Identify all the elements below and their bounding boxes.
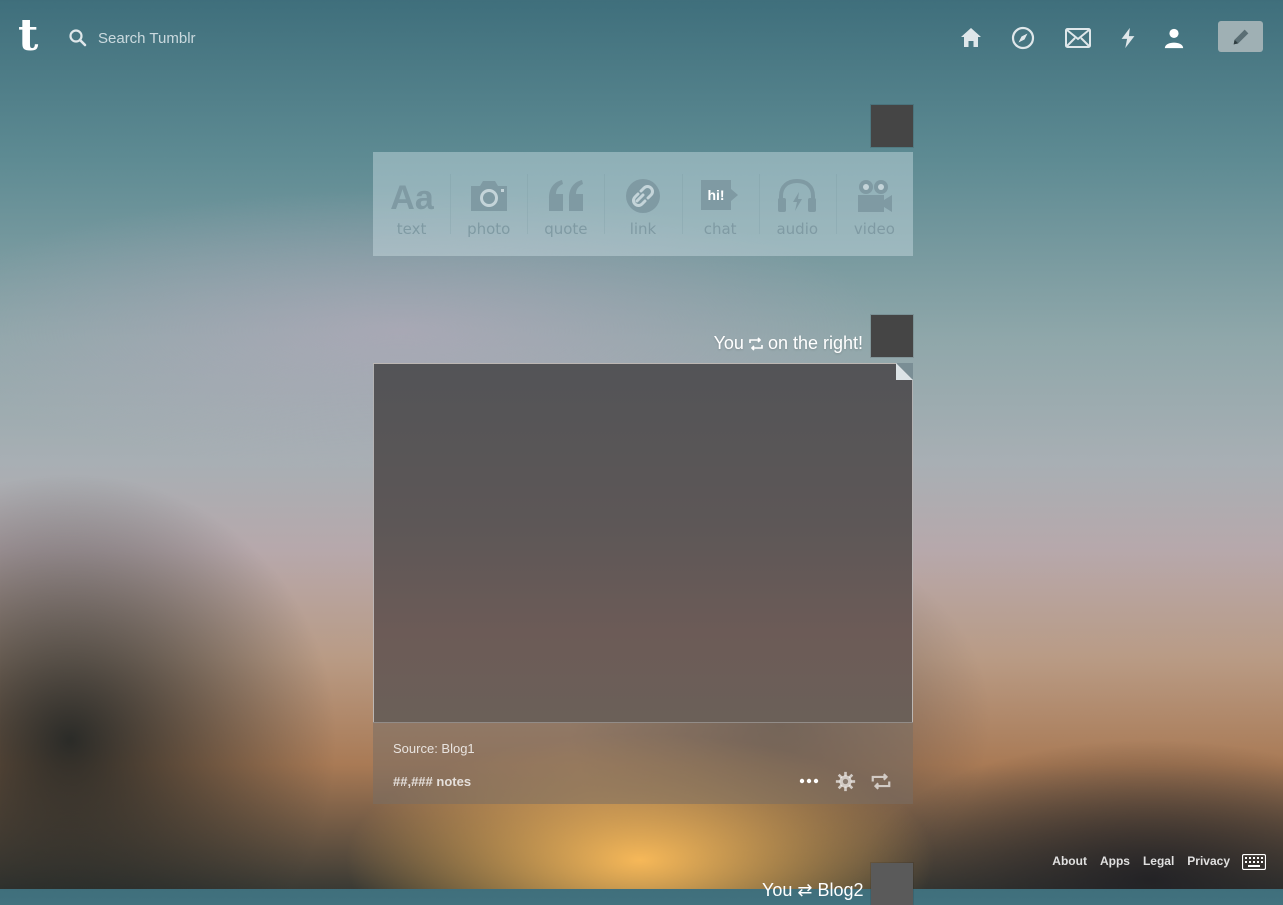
post-type-text[interactable]: Aa text	[373, 152, 450, 256]
post-notes-count[interactable]: ##,### notes	[393, 774, 471, 789]
footer-apps-link[interactable]: Apps	[1100, 854, 1130, 868]
keyboard-shortcuts-icon[interactable]	[1242, 854, 1266, 870]
top-bar: t	[0, 0, 1283, 76]
post-source[interactable]: Source: Blog1	[393, 741, 475, 756]
post-type-selector: Aa text photo quote link hi! chat audio …	[373, 152, 913, 256]
post-type-audio[interactable]: audio	[758, 152, 836, 256]
post-type-label: video	[853, 220, 895, 238]
footer-links: About Apps Legal Privacy	[1052, 854, 1230, 868]
footer-about-link[interactable]: About	[1052, 854, 1087, 868]
footer-legal-link[interactable]: Legal	[1143, 854, 1174, 868]
post-card: Source: Blog1 ##,### notes	[373, 363, 913, 804]
user-avatar[interactable]	[871, 105, 913, 147]
camera-icon	[470, 181, 507, 211]
search-box[interactable]	[68, 24, 328, 52]
page-fold-shadow	[896, 363, 913, 380]
post-footer: Source: Blog1 ##,### notes	[373, 722, 913, 804]
pencil-icon	[1233, 29, 1248, 44]
next-post-header: You ⇄ Blog2	[762, 880, 864, 900]
compose-button[interactable]	[1218, 21, 1263, 52]
inbox-icon[interactable]	[1063, 24, 1093, 52]
activity-icon[interactable]	[1114, 24, 1142, 52]
home-icon[interactable]	[957, 24, 985, 52]
post-type-label: audio	[776, 220, 819, 238]
post-type-label: text	[396, 220, 427, 238]
gear-icon[interactable]	[833, 770, 857, 792]
reblog-user[interactable]: You	[714, 333, 744, 354]
video-camera-icon	[858, 180, 893, 212]
reblog-target: on the right!	[767, 333, 863, 353]
account-icon[interactable]	[1160, 24, 1188, 52]
footer-privacy-link[interactable]: Privacy	[1187, 854, 1230, 868]
reblog-icon	[749, 336, 763, 351]
tumblr-logo[interactable]: t	[18, 14, 48, 60]
post-type-quote[interactable]: quote	[527, 152, 604, 256]
link-icon	[625, 179, 660, 213]
post-type-label: link	[629, 220, 657, 238]
search-input[interactable]	[96, 28, 320, 48]
chat-icon: hi!	[701, 180, 739, 210]
more-options-icon[interactable]	[797, 770, 821, 792]
post-type-link[interactable]: link	[604, 152, 681, 256]
post-type-label: quote	[544, 220, 588, 238]
post-type-video[interactable]: video	[835, 152, 913, 256]
post-type-photo[interactable]: photo	[450, 152, 527, 256]
svg-text:hi!: hi!	[708, 187, 725, 203]
post-reblog-header: You on the right!	[714, 333, 863, 354]
search-icon	[69, 29, 87, 47]
post-type-chat[interactable]: hi! chat	[681, 152, 759, 256]
post-avatar[interactable]	[871, 315, 913, 357]
text-icon: Aa	[390, 179, 434, 214]
svg-text:Aa: Aa	[390, 179, 434, 214]
quote-icon	[548, 180, 583, 211]
post-type-label: photo	[467, 220, 511, 238]
headphones-icon	[778, 178, 817, 212]
reblog-button-icon[interactable]	[869, 770, 893, 792]
next-post-avatar[interactable]	[871, 863, 913, 905]
explore-icon[interactable]	[1009, 24, 1037, 52]
post-photo[interactable]	[373, 363, 913, 723]
post-type-label: chat	[703, 220, 737, 238]
